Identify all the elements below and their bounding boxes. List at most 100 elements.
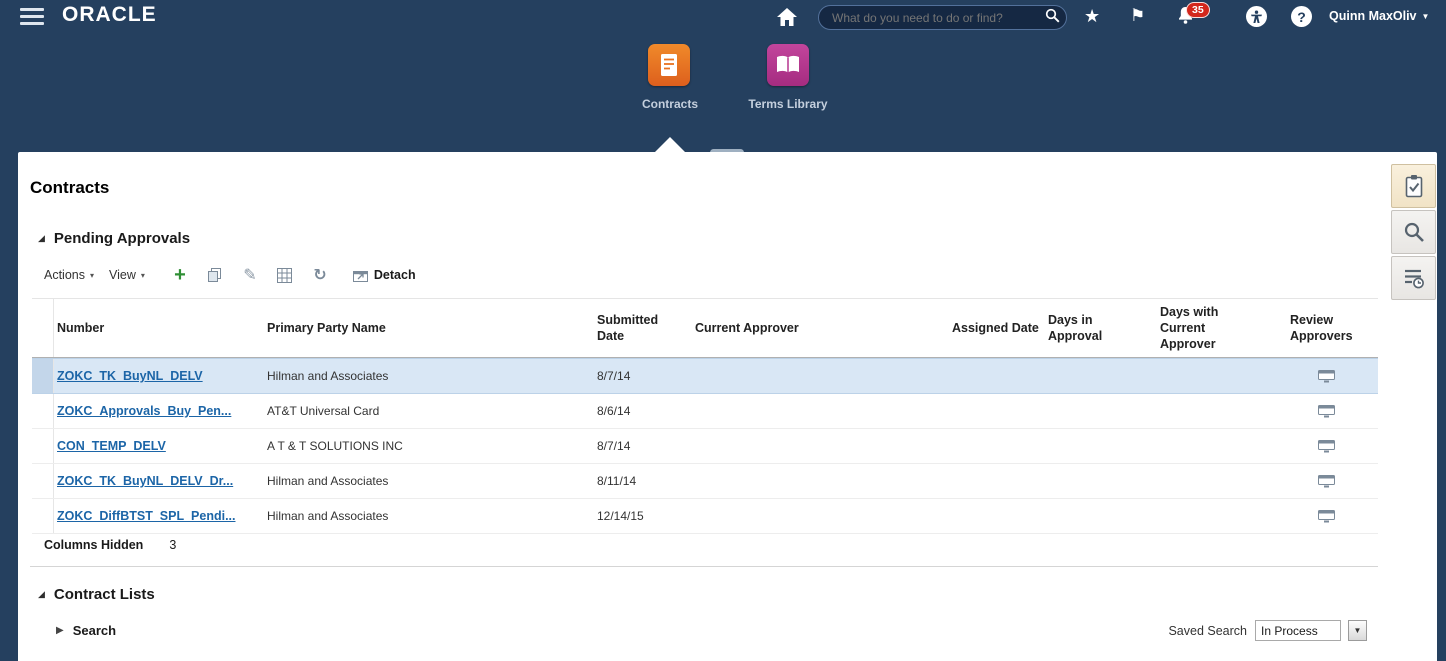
days-in-approval-cell <box>1041 499 1152 533</box>
accessibility-glyph <box>1251 10 1262 23</box>
days-with-current-approver-cell <box>1152 499 1274 533</box>
table-row[interactable]: ZOKC_TK_BuyNL_DELV_Dr... Hilman and Asso… <box>32 464 1378 499</box>
global-search <box>818 5 1067 30</box>
accessibility-icon[interactable] <box>1246 6 1267 27</box>
review-approvers-glyph <box>1317 439 1335 452</box>
assigned-date-cell <box>945 464 1041 498</box>
contracts-page-panel: Contracts ◢ Pending Approvals Actions ▾ … <box>18 152 1437 661</box>
terms-library-app-label[interactable]: Terms Library <box>728 97 848 111</box>
submitted-date-cell: 8/7/14 <box>597 369 631 383</box>
row-selector-cell[interactable] <box>32 499 54 533</box>
contract-number-link[interactable]: CON_TEMP_DELV <box>57 439 166 453</box>
edit-icon[interactable]: ✎ <box>240 265 260 285</box>
terms-library-app-icon[interactable] <box>767 44 809 86</box>
contract-number-link[interactable]: ZOKC_TK_BuyNL_DELV_Dr... <box>57 474 233 488</box>
view-menu[interactable]: View ▾ <box>109 268 145 282</box>
column-header-label: Days in Approval <box>1048 312 1103 343</box>
contracts-glyph <box>661 54 677 76</box>
row-selector-cell[interactable] <box>32 429 54 463</box>
contract-lists-section-header[interactable]: ◢ Contract Lists <box>38 586 155 603</box>
help-icon[interactable]: ? <box>1291 6 1312 27</box>
search-disclosure[interactable]: ▶ Search <box>56 623 116 638</box>
submitted-date-cell: 8/6/14 <box>597 404 631 418</box>
contract-number-link[interactable]: ZOKC_TK_BuyNL_DELV <box>57 369 203 383</box>
days-in-approval-cell <box>1041 464 1152 498</box>
row-selector-cell[interactable] <box>32 394 54 428</box>
watchlist-flag-icon[interactable]: ⚑ <box>1130 6 1145 26</box>
contract-number-link[interactable]: ZOKC_DiffBTST_SPL_Pendi... <box>57 509 236 523</box>
side-icon-strip <box>1391 164 1436 300</box>
column-header-primary-party[interactable]: Primary Party Name <box>265 299 595 357</box>
column-header-review-approvers[interactable]: Review Approvers <box>1274 299 1378 357</box>
pending-approvals-section-header[interactable]: ◢ Pending Approvals <box>38 230 190 247</box>
row-selector-cell[interactable] <box>32 359 54 393</box>
search-icon-glyph <box>1045 8 1059 22</box>
review-approvers-glyph <box>1317 474 1335 487</box>
days-in-approval-cell <box>1041 359 1152 393</box>
search-icon[interactable] <box>1038 8 1066 28</box>
home-icon[interactable] <box>776 7 798 27</box>
navigator-menu-icon[interactable] <box>20 8 46 26</box>
duplicate-icon[interactable] <box>205 265 225 285</box>
actions-menu[interactable]: Actions ▾ <box>44 268 94 282</box>
chevron-right-icon[interactable]: ▶ <box>56 625 64 636</box>
primary-party-cell: AT&T Universal Card <box>267 404 380 418</box>
column-header-assigned-date[interactable]: Assigned Date <box>945 299 1041 357</box>
search-label: Search <box>72 623 117 638</box>
column-header-days-in-approval[interactable]: Days in Approval <box>1041 299 1152 357</box>
grid-edit-icon[interactable] <box>275 265 295 285</box>
column-header-submitted-date[interactable]: Submitted Date <box>595 299 688 357</box>
assigned-date-cell <box>945 499 1041 533</box>
days-with-current-approver-cell <box>1152 464 1274 498</box>
table-row[interactable]: ZOKC_TK_BuyNL_DELV Hilman and Associates… <box>32 358 1378 394</box>
column-header-number[interactable]: Number <box>54 299 265 357</box>
table-row[interactable]: ZOKC_DiffBTST_SPL_Pendi... Hilman and As… <box>32 499 1378 534</box>
user-menu[interactable]: Quinn MaxOliv ▼ <box>1329 9 1429 23</box>
favorites-star-icon[interactable]: ★ <box>1084 6 1100 26</box>
user-name: Quinn MaxOliv <box>1329 9 1417 23</box>
contracts-app-icon[interactable] <box>648 44 690 86</box>
detach-label: Detach <box>373 268 416 282</box>
saved-search-dropdown-button[interactable]: ▼ <box>1348 620 1367 641</box>
recent-items-panel-button[interactable] <box>1391 256 1436 300</box>
column-header-label: Review Approvers <box>1290 312 1353 343</box>
chevron-down-icon: ▼ <box>1421 11 1430 21</box>
saved-search-select[interactable]: In Process <box>1255 620 1341 641</box>
notification-count-badge: 35 <box>1186 2 1210 18</box>
review-approvers-icon[interactable] <box>1317 404 1335 418</box>
global-header: ORACLE ★ ⚑ 35 ? Quinn MaxOliv ▼ <box>0 0 1446 34</box>
chevron-down-icon: ▾ <box>90 270 95 280</box>
clipboard-check-icon <box>1405 175 1422 198</box>
search-panel-button[interactable] <box>1391 210 1436 254</box>
primary-party-cell: A T & T SOLUTIONS INC <box>267 439 403 453</box>
view-menu-label: View <box>109 268 136 282</box>
review-approvers-icon[interactable] <box>1317 509 1335 523</box>
global-search-input[interactable] <box>819 9 1038 26</box>
column-header-current-approver[interactable]: Current Approver <box>688 299 945 357</box>
saved-search-control: Saved Search In Process ▼ <box>1168 620 1367 641</box>
refresh-icon[interactable]: ↻ <box>310 265 330 285</box>
table-row[interactable]: CON_TEMP_DELV A T & T SOLUTIONS INC 8/7/… <box>32 429 1378 464</box>
add-icon[interactable]: + <box>170 265 190 285</box>
review-approvers-icon[interactable] <box>1317 474 1335 488</box>
review-approvers-icon[interactable] <box>1317 439 1335 453</box>
review-approvers-icon[interactable] <box>1317 369 1335 383</box>
notifications-bell-icon[interactable]: 35 <box>1176 2 1210 28</box>
column-header-days-with-current-approver[interactable]: Days with Current Approver <box>1152 299 1274 357</box>
primary-party-cell: Hilman and Associates <box>267 369 389 383</box>
contract-number-link[interactable]: ZOKC_Approvals_Buy_Pen... <box>57 404 231 418</box>
table-row[interactable]: ZOKC_Approvals_Buy_Pen... AT&T Universal… <box>32 394 1378 429</box>
current-approver-cell <box>688 359 945 393</box>
actions-menu-label: Actions <box>44 268 85 282</box>
section-expanded-icon[interactable]: ◢ <box>38 233 45 244</box>
duplicate-glyph <box>208 268 222 282</box>
assigned-date-cell <box>945 394 1041 428</box>
tasks-panel-button[interactable] <box>1391 164 1436 208</box>
primary-party-cell: Hilman and Associates <box>267 474 389 488</box>
detach-button[interactable]: Detach <box>352 268 416 282</box>
row-selector-cell[interactable] <box>32 464 54 498</box>
detach-icon <box>352 270 368 282</box>
contracts-app-label[interactable]: Contracts <box>610 97 730 111</box>
current-approver-cell <box>688 464 945 498</box>
section-expanded-icon[interactable]: ◢ <box>38 589 45 600</box>
